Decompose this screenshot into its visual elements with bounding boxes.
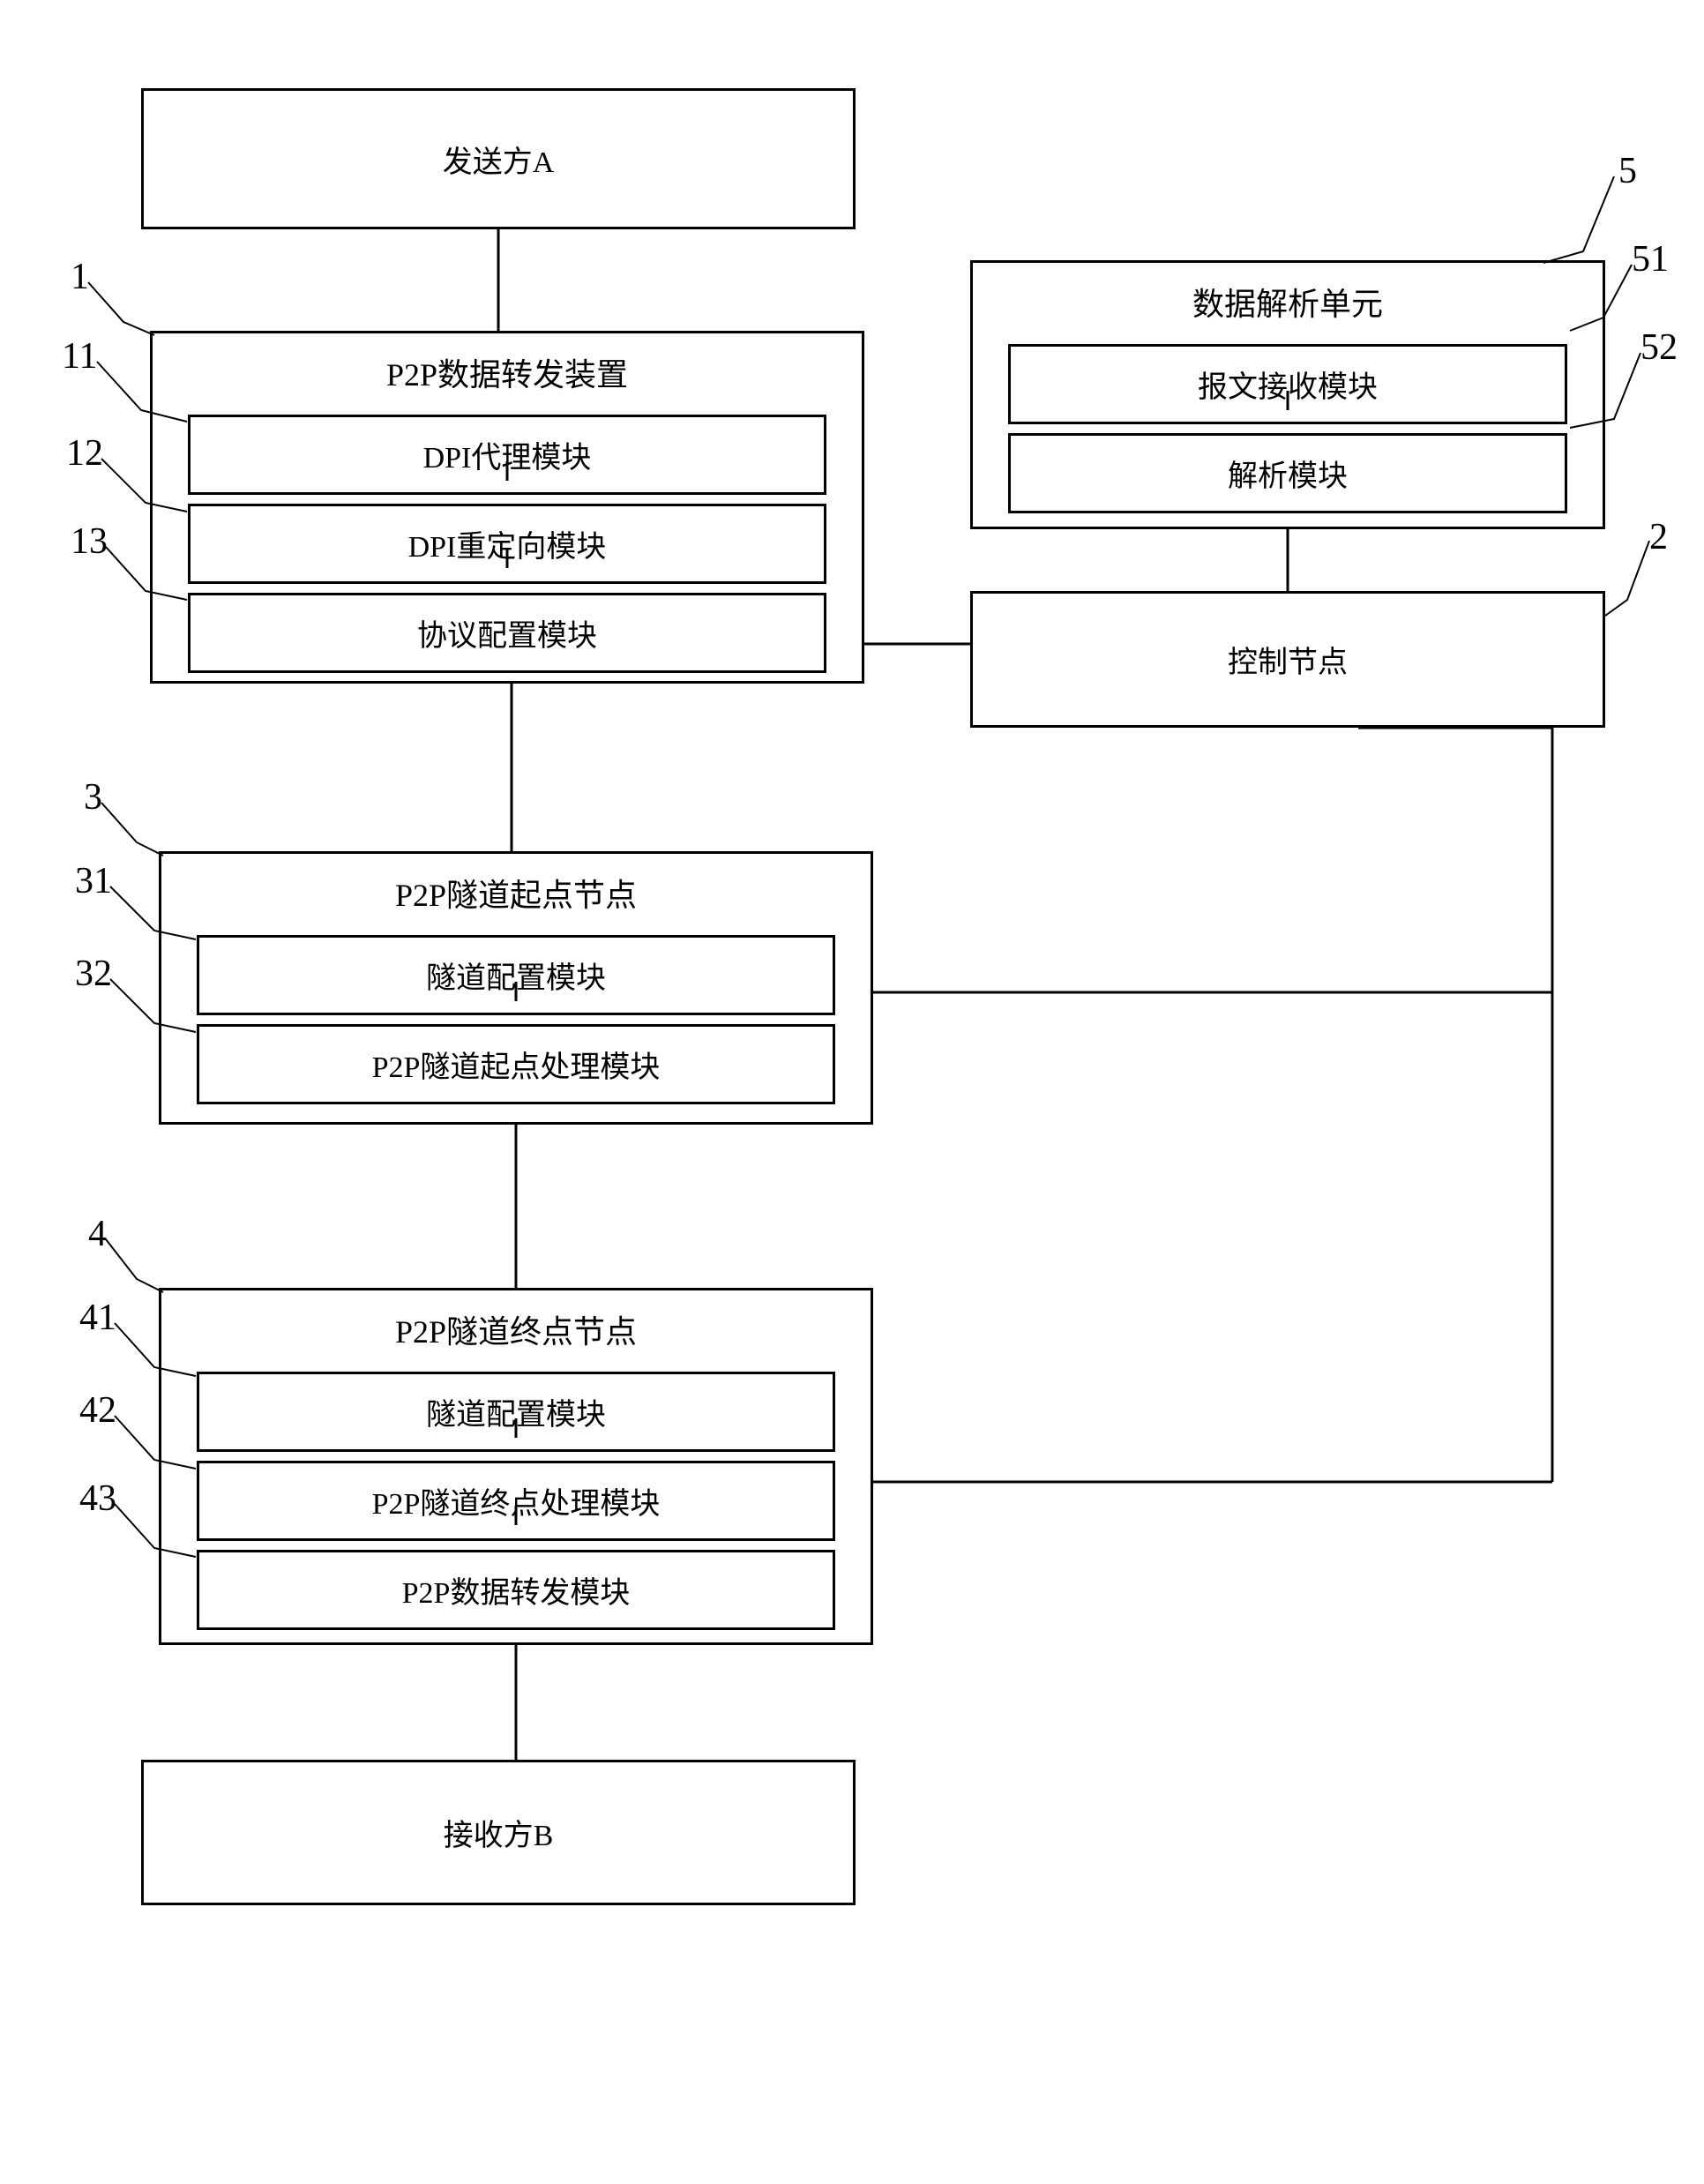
protocol-config-module: 协议配置模块 [188, 593, 826, 673]
label-43: 43 [79, 1477, 116, 1520]
tunnel-start-node: P2P隧道起点节点 隧道配置模块 P2P隧道起点处理模块 [159, 851, 873, 1125]
label-5: 5 [1618, 150, 1637, 192]
p2p-data-forward-label: P2P数据转发模块 [402, 1577, 631, 1610]
tunnel-start-proc-label: P2P隧道起点处理模块 [372, 1051, 661, 1084]
tunnel-end-proc-module: P2P隧道终点处理模块 [197, 1461, 835, 1541]
label-52: 52 [1640, 326, 1678, 369]
p2p-forward-title: P2P数据转发装置 [153, 333, 862, 406]
label-42: 42 [79, 1389, 116, 1432]
protocol-config-label: 协议配置模块 [417, 620, 597, 653]
msg-receive-module: 报文接收模块 [1008, 344, 1567, 424]
tunnel-end-node: P2P隧道终点节点 隧道配置模块 P2P隧道终点处理模块 P2P数据转发模块 [159, 1288, 873, 1645]
control-node-box: 控制节点 [970, 591, 1605, 728]
receiver-box: 接收方B [141, 1760, 856, 1905]
dpi-proxy-label: DPI代理模块 [423, 442, 592, 475]
msg-receive-label: 报文接收模块 [1198, 371, 1378, 404]
p2p-forward-device: P2P数据转发装置 DPI代理模块 DPI重定向模块 协议配置模块 [150, 331, 864, 684]
tunnel-start-proc-module: P2P隧道起点处理模块 [197, 1024, 835, 1104]
label-3: 3 [84, 776, 102, 819]
receiver-label: 接收方B [444, 1811, 554, 1854]
label-12: 12 [66, 432, 103, 475]
label-2: 2 [1649, 516, 1668, 558]
label-31: 31 [75, 860, 112, 902]
sender-box: 发送方A [141, 88, 856, 229]
p2p-data-forward-module: P2P数据转发模块 [197, 1550, 835, 1630]
tunnel-config-start-module: 隧道配置模块 [197, 935, 835, 1015]
tunnel-config-end-module: 隧道配置模块 [197, 1372, 835, 1452]
tunnel-config-start-label: 隧道配置模块 [426, 962, 606, 995]
label-13: 13 [71, 520, 108, 563]
sender-label: 发送方A [443, 138, 555, 181]
diagram-canvas: 发送方A 数据解析单元 报文接收模块 解析模块 P2P数据转发装置 DPI代理模… [35, 35, 1669, 2149]
data-parse-title: 数据解析单元 [973, 263, 1603, 335]
parse-module: 解析模块 [1008, 433, 1567, 513]
control-node-label: 控制节点 [1228, 638, 1348, 681]
parse-label: 解析模块 [1228, 460, 1348, 493]
label-1: 1 [71, 256, 89, 298]
tunnel-config-end-label: 隧道配置模块 [426, 1399, 606, 1432]
dpi-redirect-module: DPI重定向模块 [188, 504, 826, 584]
dpi-proxy-module: DPI代理模块 [188, 415, 826, 495]
label-32: 32 [75, 953, 112, 995]
dpi-redirect-label: DPI重定向模块 [408, 531, 607, 564]
label-11: 11 [62, 335, 97, 378]
label-4: 4 [88, 1213, 107, 1255]
label-41: 41 [79, 1297, 116, 1339]
label-51: 51 [1632, 238, 1669, 280]
tunnel-end-title: P2P隧道终点节点 [161, 1290, 871, 1363]
data-parse-unit: 数据解析单元 报文接收模块 解析模块 [970, 260, 1605, 529]
tunnel-start-title: P2P隧道起点节点 [161, 854, 871, 926]
tunnel-end-proc-label: P2P隧道终点处理模块 [372, 1488, 661, 1521]
